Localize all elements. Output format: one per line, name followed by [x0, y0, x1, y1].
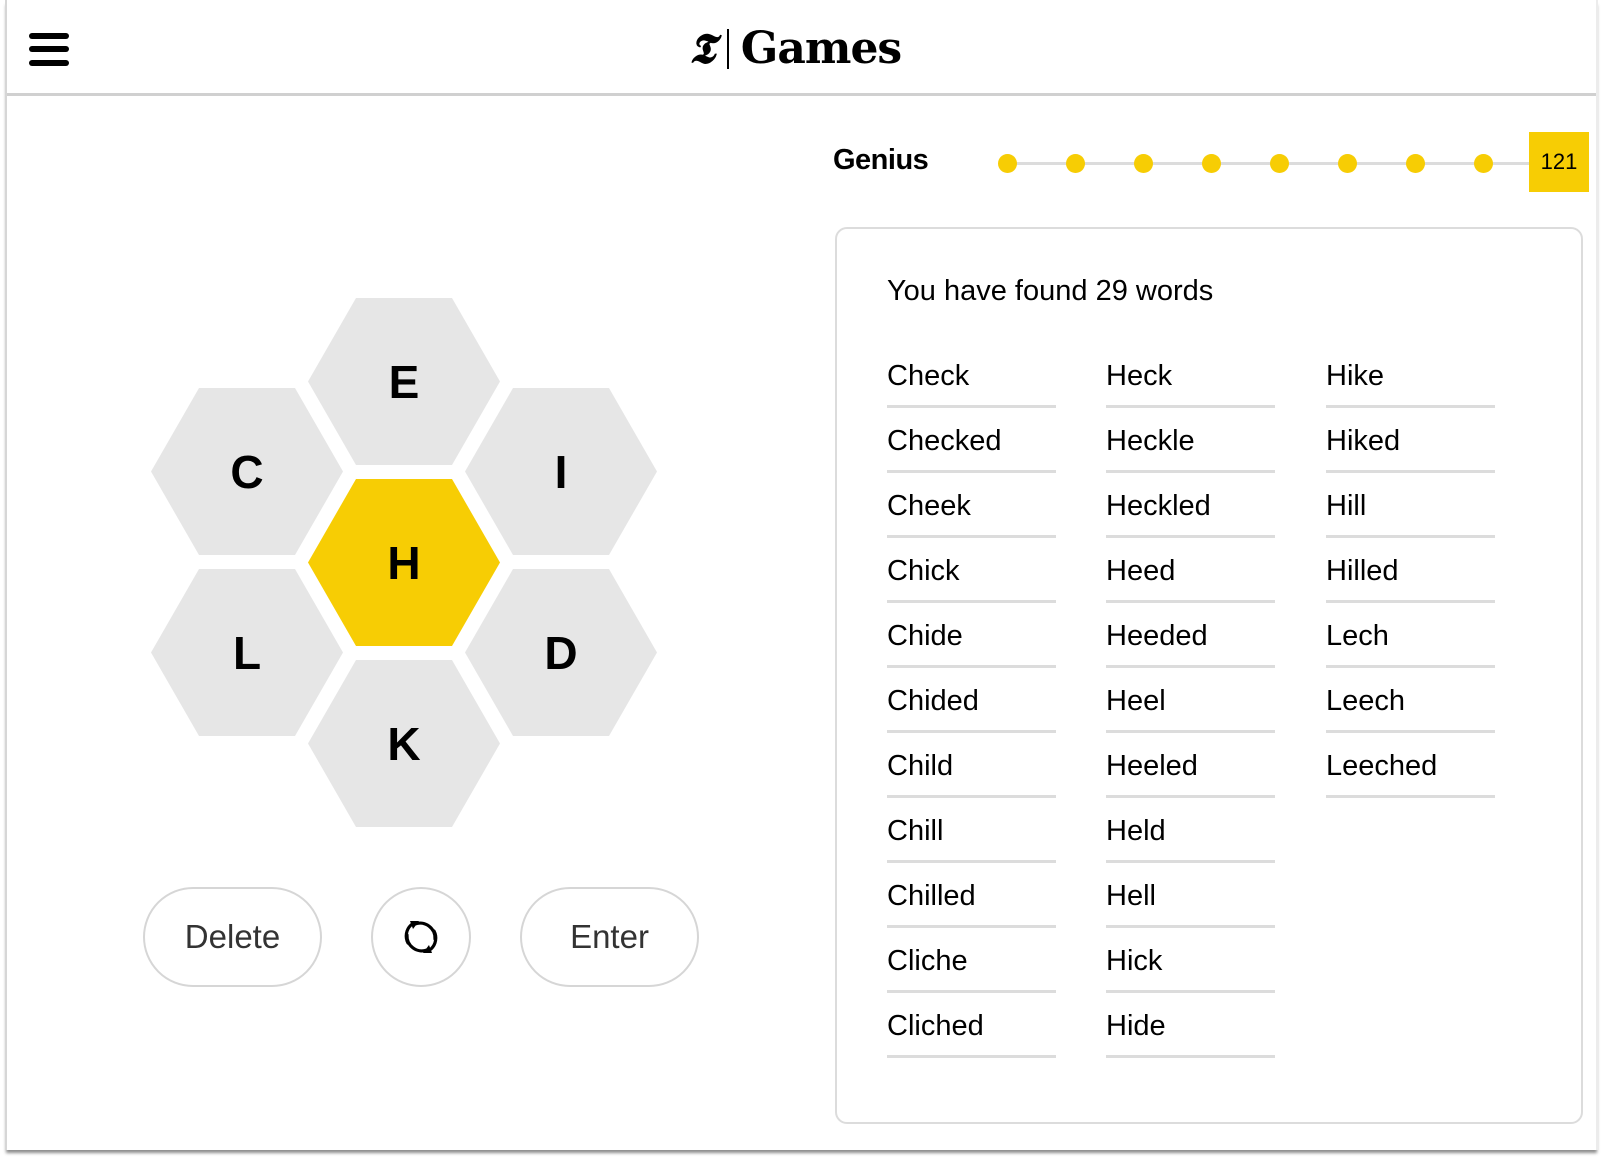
found-word-text: Cheek [887, 490, 971, 522]
hive-letter: C [230, 445, 264, 498]
score-badge: 121 [1529, 132, 1589, 192]
found-word: Held [1106, 798, 1275, 863]
enter-button-label: Enter [570, 918, 649, 955]
found-word-text: Held [1106, 815, 1166, 847]
hive-cell-bottom[interactable]: K [308, 660, 500, 827]
found-word-text: Heed [1106, 555, 1176, 587]
hive-cell-lower-left[interactable]: L [151, 569, 343, 736]
enter-button[interactable]: Enter [520, 887, 699, 987]
found-word-text: Heel [1106, 685, 1166, 717]
progress-dot [1270, 154, 1289, 173]
word-column-3: Hike Hiked Hill Hilled Lech Leech Leeched [1326, 343, 1495, 798]
found-word-text: Chill [887, 815, 944, 847]
score-value: 121 [1540, 149, 1578, 174]
hive-cell-center[interactable]: H [308, 479, 500, 646]
hive-letter-center: H [387, 536, 421, 589]
hive-cell-upper-left[interactable]: C [151, 388, 343, 555]
word-list-card: You have found 29 words Check Checked Chee… [835, 227, 1583, 1124]
found-word: Checked [887, 408, 1056, 473]
found-word: Chill [887, 798, 1056, 863]
progress-dot [1474, 154, 1493, 173]
found-word: Chick [887, 538, 1056, 603]
found-word-text: Hell [1106, 880, 1156, 912]
found-word: Child [887, 733, 1056, 798]
found-word-text: Cliche [887, 945, 968, 977]
hive-letter: I [554, 445, 568, 498]
hive-letter: L [232, 626, 262, 679]
hive-letter: K [387, 717, 421, 770]
found-word: Heeded [1106, 603, 1275, 668]
hive-letter: D [544, 626, 578, 679]
progress-dot [1134, 154, 1153, 173]
found-words-summary: You have found 29 words [887, 275, 1214, 307]
found-word: Hike [1326, 343, 1495, 408]
found-word-text: Lech [1326, 620, 1389, 652]
word-column-1: Check Checked Cheek Chick Chide Chided Child Ch… [887, 343, 1056, 1058]
found-word: Heeled [1106, 733, 1275, 798]
found-word: Cheek [887, 473, 1056, 538]
found-word-text: Heckle [1106, 425, 1195, 457]
found-word: Leeched [1326, 733, 1495, 798]
found-word-text: Check [887, 360, 970, 392]
found-word: Heel [1106, 668, 1275, 733]
found-word-text: Heeled [1106, 750, 1198, 782]
progress-dot [1338, 154, 1357, 173]
rank-label: Genius [833, 144, 929, 176]
hive-cell-upper-right[interactable]: I [465, 388, 657, 555]
found-word-text: Hiked [1326, 425, 1401, 457]
found-word: Heckled [1106, 473, 1275, 538]
found-word-text: Leeched [1326, 750, 1438, 782]
found-word: Leech [1326, 668, 1495, 733]
found-word-text: Hick [1106, 945, 1163, 977]
hive-cell-top[interactable]: E [308, 298, 500, 465]
found-word: Heed [1106, 538, 1275, 603]
hive-cell-lower-right[interactable]: D [465, 569, 657, 736]
found-word-text: Heck [1106, 360, 1173, 392]
found-word: Hick [1106, 928, 1275, 993]
found-word-text: Chick [887, 555, 960, 587]
found-word-text: Leech [1326, 685, 1406, 717]
found-word: Check [887, 343, 1056, 408]
found-word: Cliche [887, 928, 1056, 993]
found-word: Chided [887, 668, 1056, 733]
shuffle-button[interactable] [371, 887, 471, 987]
word-column-2: Heck Heckle Heckled Heed Heeded Heel Heeled Hel… [1106, 343, 1275, 1058]
found-word: Heckle [1106, 408, 1275, 473]
found-word-text: Hide [1106, 1010, 1166, 1042]
found-word: Cliched [887, 993, 1056, 1058]
found-word-text: Child [887, 750, 954, 782]
found-word: Heck [1106, 343, 1275, 408]
delete-button-label: Delete [184, 918, 281, 955]
found-word-text: Hill [1326, 490, 1367, 522]
found-word-text: Chide [887, 620, 963, 652]
found-word: Chilled [887, 863, 1056, 928]
found-word-text: Chided [887, 685, 979, 717]
found-word: Hill [1326, 473, 1495, 538]
app-frame: 𝕿 Games E C I H L D K Delete Enter Geniu… [5, 0, 1598, 1150]
found-word: Chide [887, 603, 1056, 668]
progress-dot [1202, 154, 1221, 173]
found-word-text: Chilled [887, 880, 976, 912]
found-word-text: Hike [1326, 360, 1385, 392]
shuffle-icon [404, 921, 438, 953]
found-word: Hiked [1326, 408, 1495, 473]
hive-letter: E [388, 355, 420, 408]
progress-dot [1066, 154, 1085, 173]
found-word: Lech [1326, 603, 1495, 668]
found-word-text: Hilled [1326, 555, 1399, 587]
found-word-text: Heckled [1106, 490, 1211, 522]
found-word-text: Cliched [887, 1010, 984, 1042]
found-word-text: Checked [887, 425, 1002, 457]
hive: E C I H L D K Delete Enter [7, 0, 807, 1150]
progress-dot [1406, 154, 1425, 173]
found-word: Hell [1106, 863, 1275, 928]
delete-button[interactable]: Delete [143, 887, 322, 987]
found-word: Hide [1106, 993, 1275, 1058]
found-word-text: Heeded [1106, 620, 1208, 652]
found-word: Hilled [1326, 538, 1495, 603]
progress-dot [998, 154, 1017, 173]
